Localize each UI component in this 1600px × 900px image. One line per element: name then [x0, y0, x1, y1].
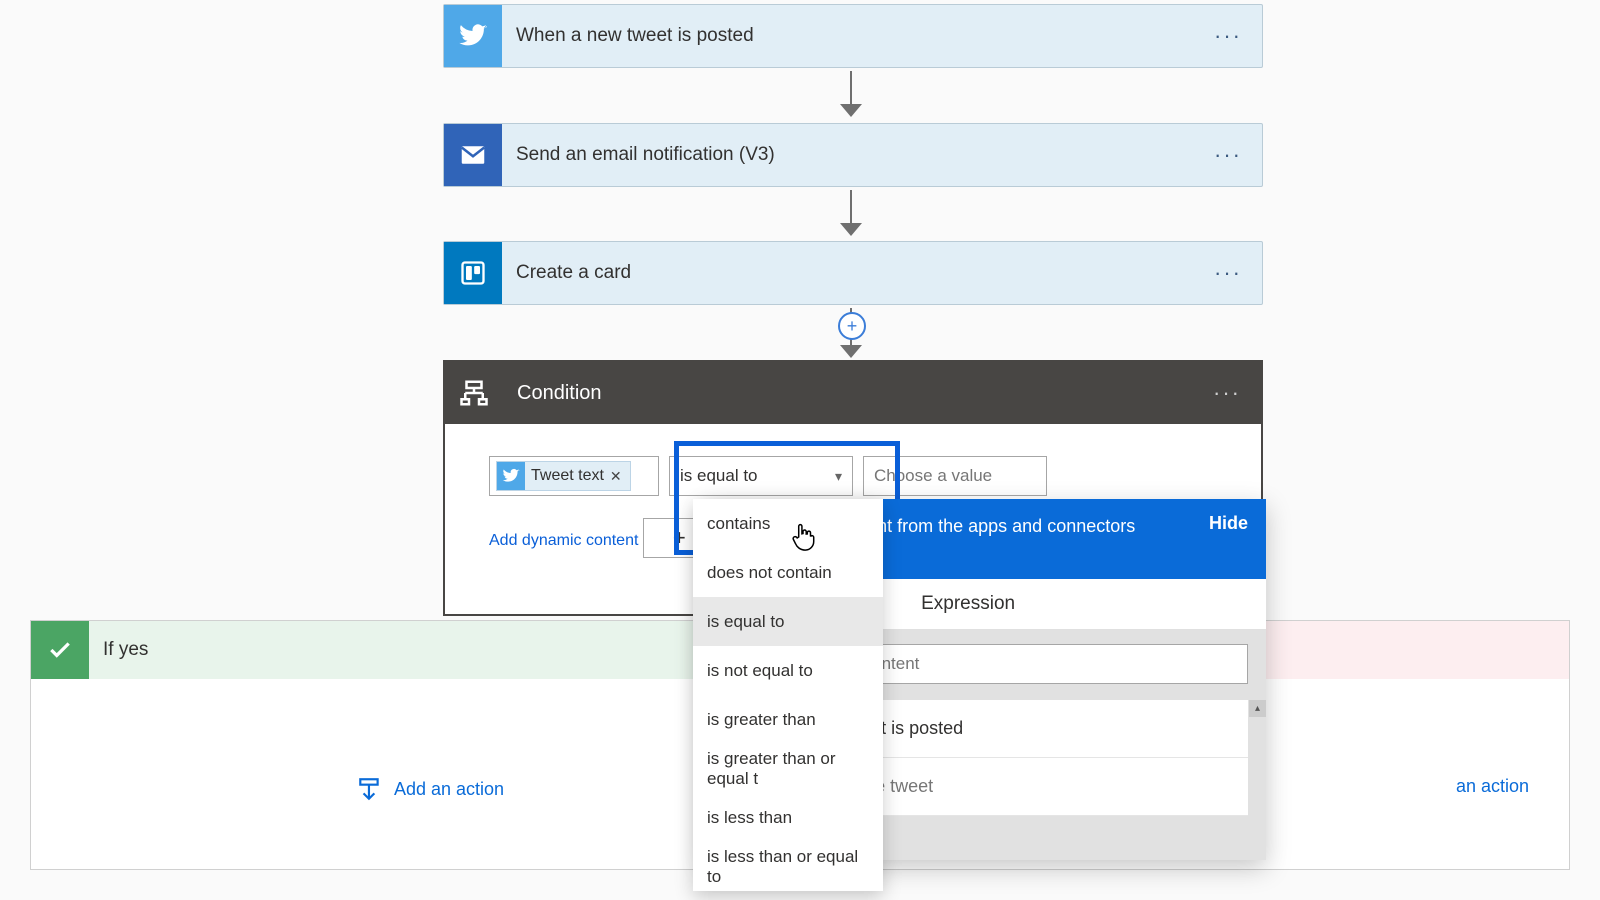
trigger-twitter-card[interactable]: When a new tweet is posted ··· — [443, 4, 1263, 68]
operator-option-is-greater-than-or-equal[interactable]: is greater than or equal t — [693, 744, 883, 793]
scroll-up-icon[interactable]: ▴ — [1249, 700, 1266, 717]
remove-token-icon[interactable]: ✕ — [610, 468, 622, 485]
operator-option-does-not-contain[interactable]: does not contain — [693, 548, 883, 597]
plus-icon: + — [673, 525, 686, 551]
more-menu-icon[interactable]: ··· — [1194, 142, 1262, 168]
operator-option-is-less-than[interactable]: is less than — [693, 793, 883, 842]
operator-option-contains[interactable]: contains — [693, 499, 883, 548]
action-trello-card[interactable]: Create a card ··· — [443, 241, 1263, 305]
twitter-icon — [444, 5, 502, 67]
operator-option-is-less-than-or-equal[interactable]: is less than or equal to — [693, 842, 883, 891]
right-value-input[interactable]: Choose a value — [863, 456, 1047, 496]
mail-icon — [444, 124, 502, 186]
token-name: Tweet text — [531, 467, 604, 485]
more-menu-icon[interactable]: ··· — [1193, 380, 1261, 406]
flow-designer-canvas: When a new tweet is posted ··· Send an e… — [0, 0, 1600, 900]
tweet-text-token[interactable]: Tweet text ✕ — [496, 461, 631, 491]
chevron-down-icon: ▾ — [835, 468, 842, 485]
condition-header[interactable]: Condition ··· — [445, 362, 1261, 424]
connector-arrow — [850, 190, 852, 225]
add-dynamic-content-link[interactable]: Add dynamic content — [489, 532, 638, 550]
dyn-header-text: ent from the apps and connectors — [867, 516, 1135, 536]
trello-icon — [444, 242, 502, 304]
more-menu-icon[interactable]: ··· — [1194, 260, 1262, 286]
if-yes-label: If yes — [103, 639, 148, 661]
check-icon — [31, 621, 89, 679]
operator-option-is-greater-than[interactable]: is greater than — [693, 695, 883, 744]
arrow-down-icon — [840, 345, 862, 358]
trigger-label: When a new tweet is posted — [502, 25, 1194, 47]
condition-icon — [445, 362, 503, 424]
action-email-label: Send an email notification (V3) — [502, 144, 1194, 166]
condition-title: Condition — [503, 382, 1193, 405]
operator-option-is-equal-to[interactable]: is equal to — [693, 597, 883, 646]
action-trello-label: Create a card — [502, 262, 1194, 284]
operator-option-is-not-equal-to[interactable]: is not equal to — [693, 646, 883, 695]
operator-dropdown: contains does not contain is equal to is… — [693, 499, 883, 891]
value-placeholder: Choose a value — [874, 466, 992, 486]
connector-arrow — [850, 71, 852, 106]
operator-selected-label: is equal to — [680, 466, 758, 486]
operator-select[interactable]: is equal to ▾ — [669, 456, 853, 496]
tab-expression[interactable]: Expression — [921, 593, 1015, 629]
action-email-card[interactable]: Send an email notification (V3) ··· — [443, 123, 1263, 187]
add-action-label-partial: an action — [1456, 776, 1529, 797]
arrow-down-icon — [840, 104, 862, 117]
arrow-down-icon — [840, 223, 862, 236]
more-menu-icon[interactable]: ··· — [1194, 23, 1262, 49]
hide-button[interactable]: Hide — [1209, 513, 1248, 534]
add-action-no[interactable]: an action — [1456, 776, 1529, 797]
add-action-label: Add an action — [394, 779, 504, 800]
add-action-yes[interactable]: Add an action — [356, 776, 504, 802]
left-value-field[interactable]: Tweet text ✕ — [489, 456, 659, 496]
twitter-icon — [497, 462, 525, 490]
add-step-button[interactable]: + — [838, 312, 866, 340]
